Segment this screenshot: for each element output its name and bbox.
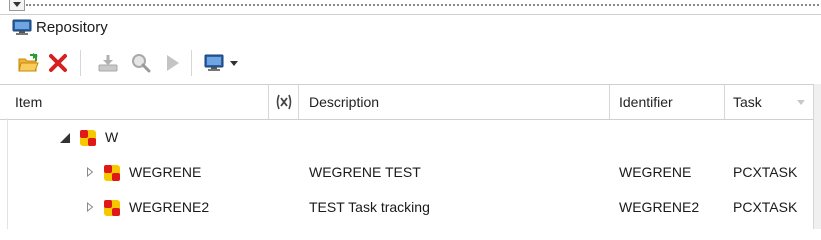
column-header: Item Description Identifier Task: [0, 84, 813, 120]
column-header-description[interactable]: Description: [299, 85, 610, 119]
toolbar: [0, 40, 821, 84]
column-header-variable[interactable]: [269, 85, 299, 119]
chevron-down-icon: [230, 60, 238, 66]
expanded-arrow-icon[interactable]: [60, 133, 70, 143]
task-cell: PCXTASK: [733, 164, 798, 180]
download-icon: [98, 55, 118, 72]
node-icon: [104, 165, 120, 181]
tree-item-label: W: [105, 129, 119, 145]
description-cell: TEST Task tracking: [309, 199, 430, 215]
identifier-cell: WEGRENE: [619, 164, 692, 180]
run-icon: [167, 55, 179, 71]
panel-title: Repository: [36, 19, 108, 36]
toolbar-separator: [80, 50, 81, 76]
node-icon: [104, 200, 120, 216]
open-folder-icon: [18, 53, 39, 72]
search-button[interactable]: [129, 51, 153, 75]
column-header-item[interactable]: Item: [8, 85, 269, 119]
column-header-task[interactable]: Task: [725, 85, 813, 119]
search-icon: [132, 54, 151, 73]
tree-row-root[interactable]: W: [0, 120, 813, 154]
run-button[interactable]: [160, 51, 184, 75]
repository-icon: [12, 19, 32, 35]
vertical-scrollbar[interactable]: [813, 84, 821, 229]
chevron-down-icon: [13, 2, 21, 7]
splitter-handle[interactable]: [26, 4, 819, 6]
sort-down-icon: [797, 100, 805, 105]
panel-header: Repository: [0, 14, 821, 41]
tree-row[interactable]: WEGRENE WEGRENE TEST WEGRENE PCXTASK: [0, 155, 813, 189]
tree-item-label: WEGRENE: [129, 164, 202, 180]
delete-icon: [49, 54, 67, 72]
top-strip: [0, 0, 821, 14]
download-button[interactable]: [96, 51, 120, 75]
description-cell: WEGRENE TEST: [309, 164, 421, 180]
open-folder-button[interactable]: [16, 51, 40, 75]
variable-icon: [276, 94, 291, 110]
collapsed-arrow-icon[interactable]: [85, 167, 95, 177]
delete-button[interactable]: [46, 51, 70, 75]
task-cell: PCXTASK: [733, 199, 798, 215]
toolbar-separator: [191, 50, 192, 76]
collapsed-arrow-icon[interactable]: [85, 202, 95, 212]
identifier-cell: WEGRENE2: [619, 199, 700, 215]
panel-dropdown-button[interactable]: [9, 0, 25, 11]
node-icon: [80, 130, 96, 146]
column-header-identifier[interactable]: Identifier: [610, 85, 725, 119]
monitor-dropdown-button[interactable]: [201, 51, 241, 75]
monitor-icon: [204, 54, 224, 71]
tree-row[interactable]: WEGRENE2 TEST Task tracking WEGRENE2 PCX…: [0, 190, 813, 224]
tree-item-label: WEGRENE2: [129, 199, 210, 215]
